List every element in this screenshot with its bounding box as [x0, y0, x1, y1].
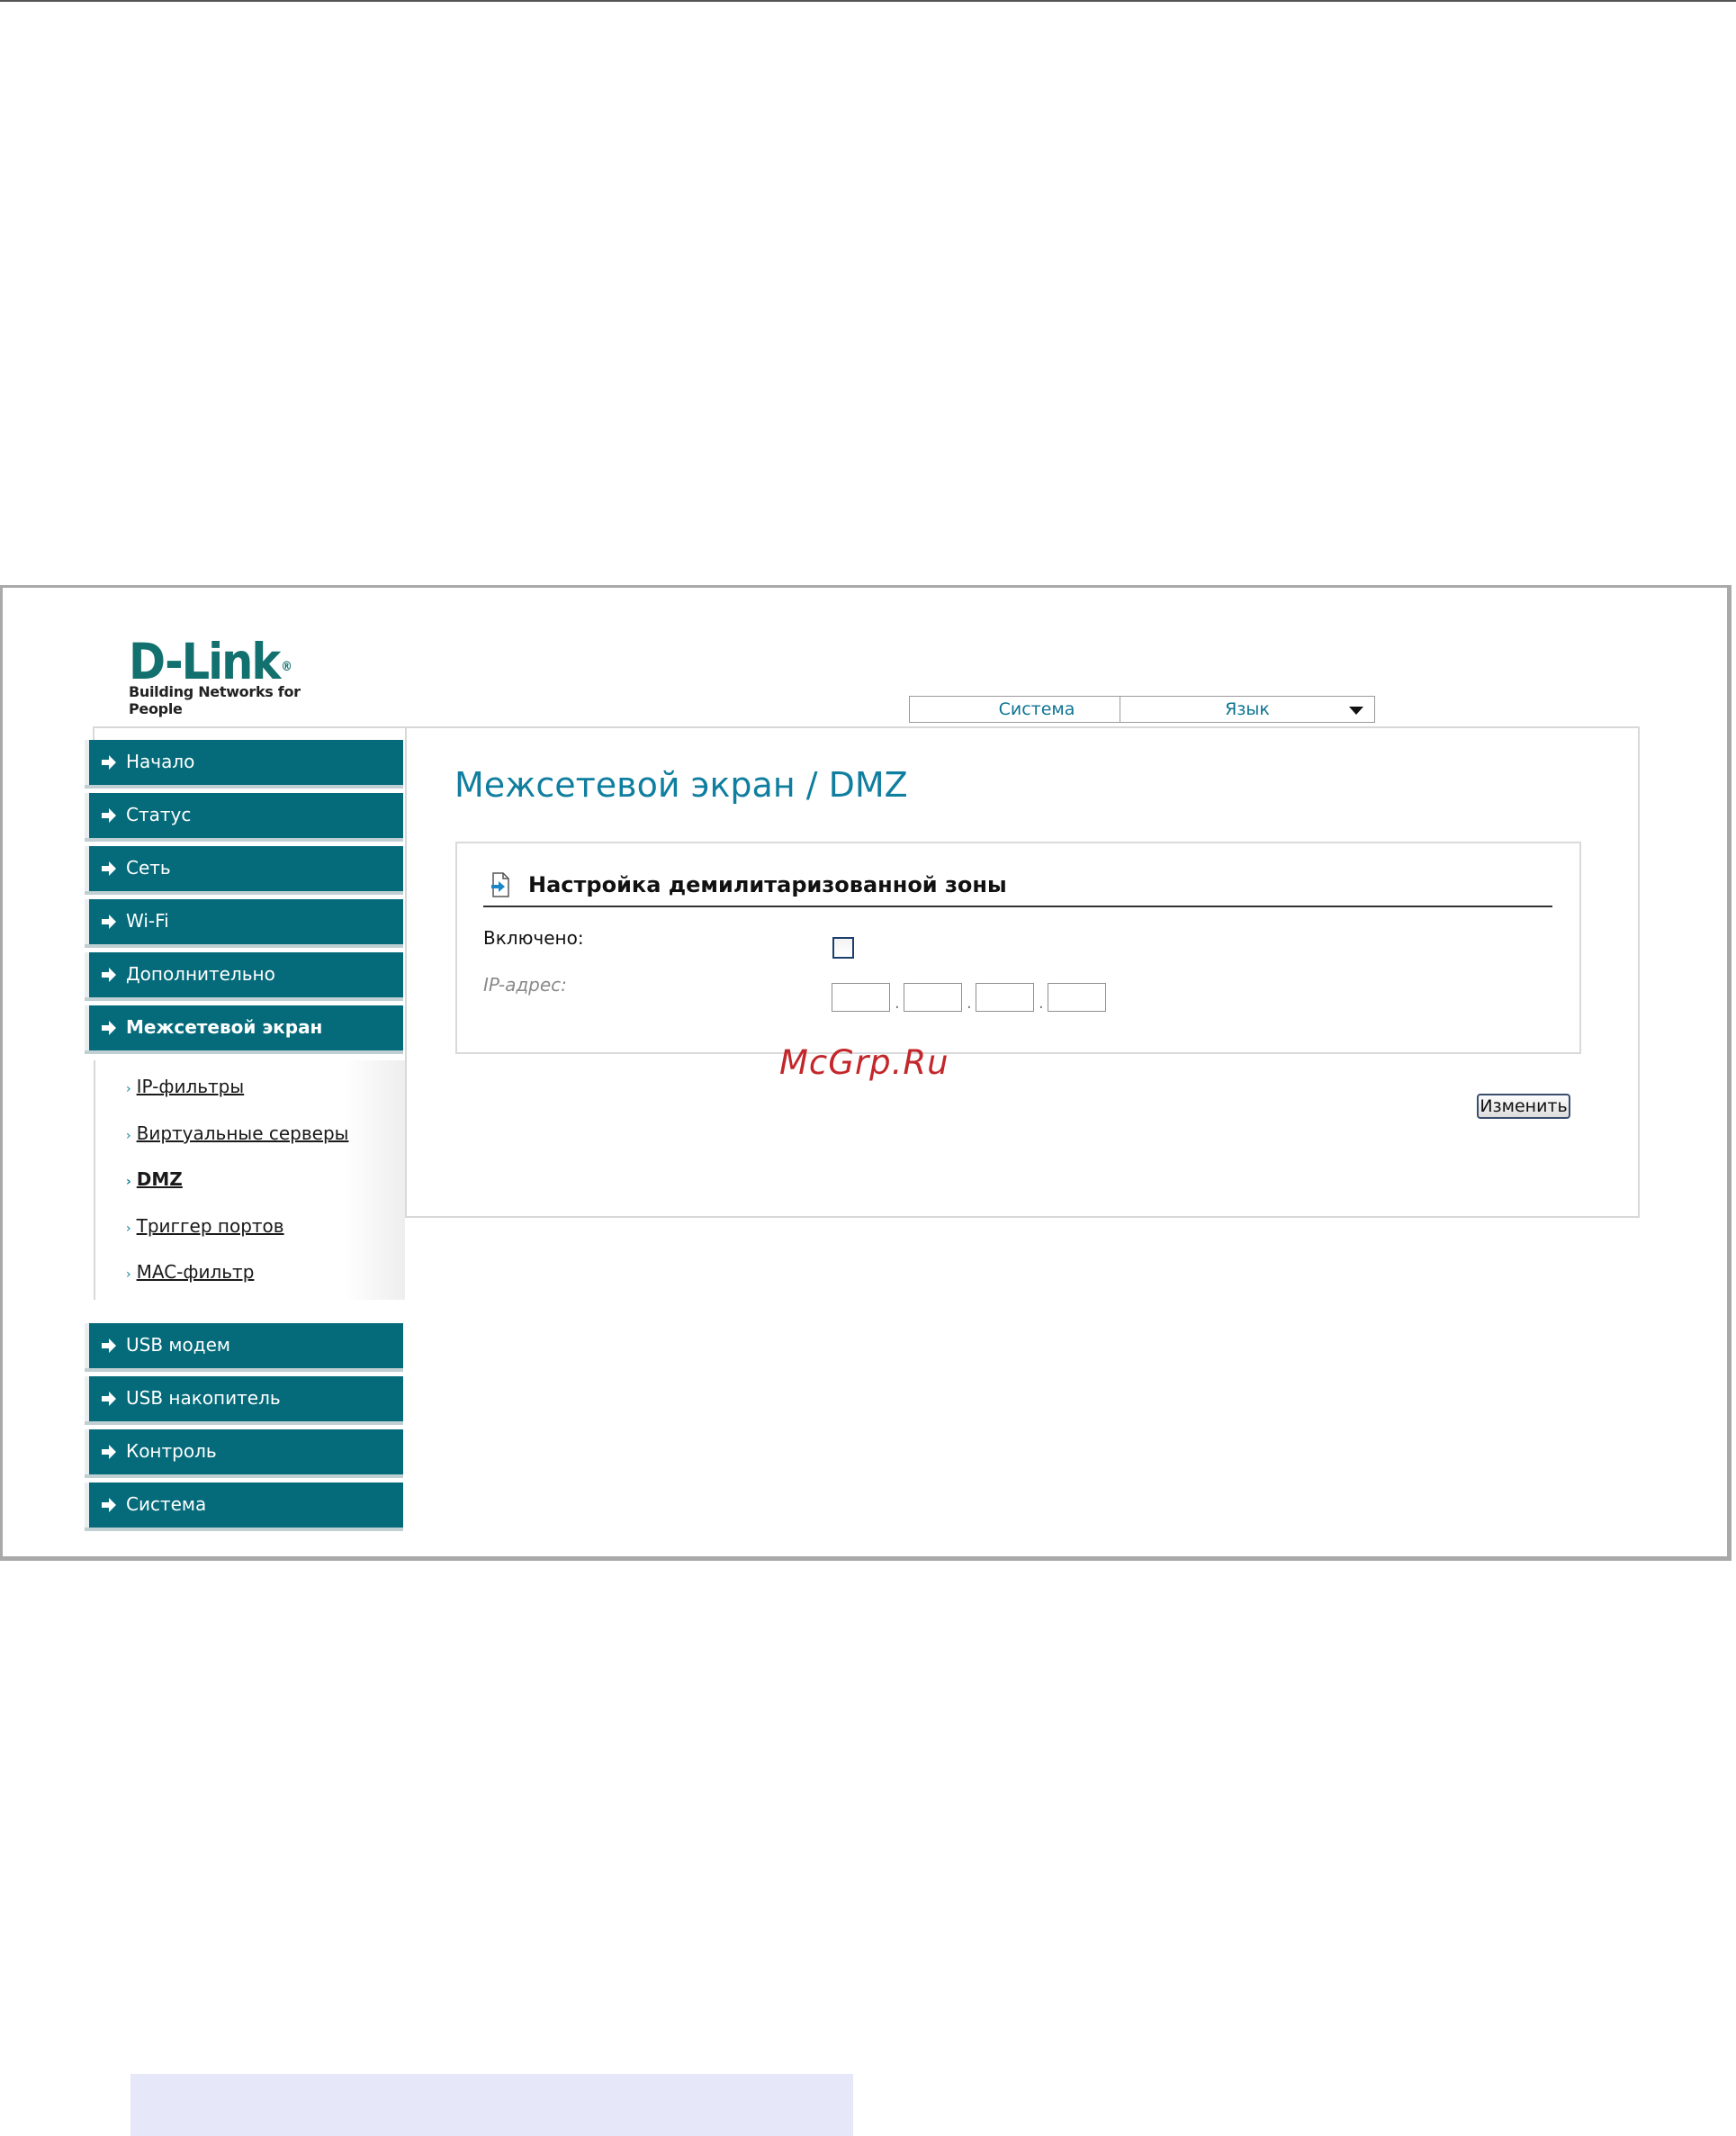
language-menu-dropdown[interactable]: Язык: [1120, 696, 1375, 723]
sidebar-item-label: Начало: [126, 751, 195, 772]
sidebar-item-system[interactable]: Система: [85, 1483, 403, 1528]
sidebar-item-usb-modem[interactable]: USB модем: [85, 1323, 403, 1368]
watermark-text: McGrp.Ru: [779, 1043, 949, 1082]
sidebar-item-firewall[interactable]: Межсетевой экран: [85, 1005, 403, 1050]
section-header: Настройка демилитаризованной зоны: [483, 869, 1552, 907]
sidebar-item-label: USB модем: [126, 1334, 230, 1356]
arrow-right-icon: [102, 1021, 116, 1035]
sidebar-item-label: USB накопитель: [126, 1387, 281, 1409]
arrow-right-icon: [102, 755, 116, 770]
bottom-highlight-bar: [130, 2074, 853, 2136]
sidebar-item-label: Wi-Fi: [126, 910, 169, 932]
submenu-item-mac-filter[interactable]: › MAC-фильтр: [126, 1261, 254, 1283]
bullet-icon: ›: [126, 1175, 131, 1189]
bullet-icon: ›: [126, 1267, 131, 1282]
arrow-right-icon: [102, 968, 116, 982]
top-rule: [0, 0, 1736, 2]
enabled-label: Включено:: [483, 927, 584, 949]
language-menu-label: Язык: [1225, 699, 1270, 719]
enabled-checkbox[interactable]: [832, 937, 854, 959]
sidebar-item-label: Система: [126, 1493, 207, 1515]
sidebar-item-label: Сеть: [126, 857, 171, 879]
page-arrow-icon: [491, 872, 509, 897]
submenu-item-label: MAC-фильтр: [136, 1261, 255, 1283]
submenu-item-ip-filters[interactable]: › IP-фильтры: [126, 1076, 244, 1097]
sidebar-item-start[interactable]: Начало: [85, 740, 403, 785]
submenu-item-virtual-servers[interactable]: › Виртуальные серверы: [126, 1122, 348, 1144]
sidebar-item-label: Межсетевой экран: [126, 1016, 323, 1038]
submenu-item-port-trigger[interactable]: › Триггер портов: [126, 1215, 284, 1237]
bullet-icon: ›: [126, 1082, 131, 1096]
dlink-logo: D-Link ® Building Networks for People: [129, 633, 345, 717]
ip-separator: .: [967, 994, 972, 1013]
ip-octet-3-input[interactable]: [976, 983, 1034, 1012]
arrow-right-icon: [102, 1445, 116, 1459]
ip-address-label: IP-адрес:: [483, 974, 567, 996]
sidebar-item-network[interactable]: Сеть: [85, 846, 403, 891]
arrow-right-icon: [102, 861, 116, 876]
arrow-right-icon: [102, 808, 116, 823]
logo-brand: D-Link: [129, 633, 281, 690]
ip-octet-4-input[interactable]: [1048, 983, 1106, 1012]
sidebar-item-label: Контроль: [126, 1440, 217, 1462]
arrow-right-icon: [102, 1498, 116, 1512]
submenu-item-label: Триггер портов: [136, 1215, 284, 1237]
ip-octet-1-input[interactable]: [832, 983, 890, 1012]
submenu-item-label: Виртуальные серверы: [136, 1122, 349, 1144]
sidebar-item-label: Дополнительно: [126, 963, 275, 985]
bullet-icon: ›: [126, 1129, 131, 1143]
arrow-right-icon: [102, 1392, 116, 1406]
ip-separator: .: [1039, 994, 1044, 1013]
submenu-item-label: DMZ: [136, 1168, 183, 1190]
sidebar-item-label: Статус: [126, 804, 192, 825]
system-menu-label: Система: [998, 699, 1075, 719]
page-title: Межсетевой экран / DMZ: [454, 765, 908, 805]
sidebar-item-usb-storage[interactable]: USB накопитель: [85, 1376, 403, 1421]
submenu-item-dmz[interactable]: › DMZ: [126, 1168, 183, 1190]
ip-octet-2-input[interactable]: [904, 983, 962, 1012]
section-title: Настройка демилитаризованной зоны: [528, 872, 1007, 897]
submenu-item-label: IP-фильтры: [136, 1076, 245, 1097]
ip-separator: .: [895, 994, 900, 1013]
sidebar-item-control[interactable]: Контроль: [85, 1429, 403, 1474]
chevron-down-icon: [1349, 707, 1363, 715]
sidebar-item-advanced[interactable]: Дополнительно: [85, 952, 403, 997]
sidebar-item-wifi[interactable]: Wi-Fi: [85, 899, 403, 944]
logo-registered-mark: ®: [281, 660, 292, 674]
arrow-right-icon: [102, 915, 116, 929]
bullet-icon: ›: [126, 1221, 131, 1236]
apply-button[interactable]: Изменить: [1477, 1094, 1570, 1119]
logo-tagline: Building Networks for People: [129, 683, 301, 717]
arrow-right-icon: [102, 1338, 116, 1353]
sidebar-item-status[interactable]: Статус: [85, 793, 403, 838]
content-top-border: [93, 726, 405, 732]
